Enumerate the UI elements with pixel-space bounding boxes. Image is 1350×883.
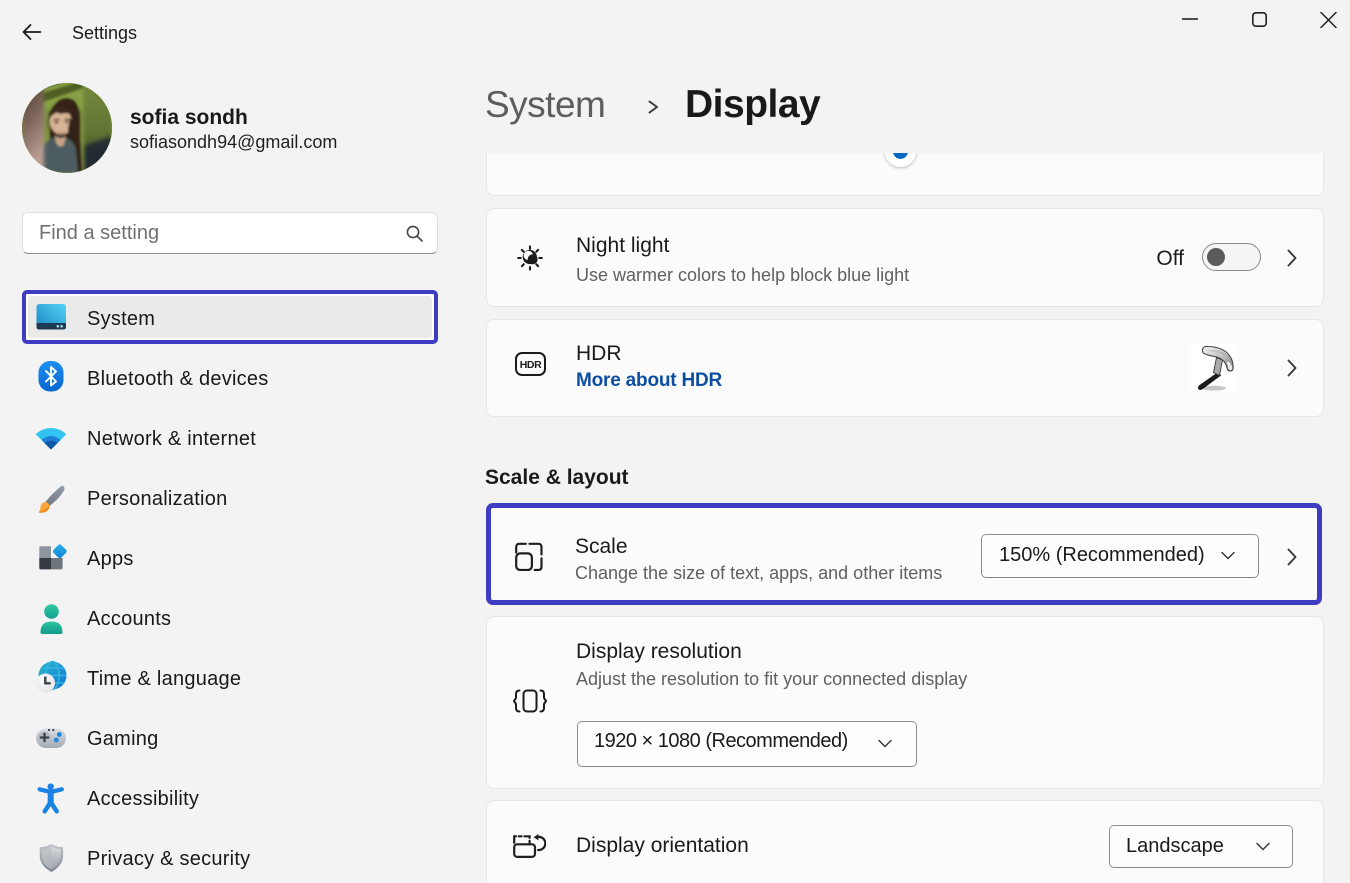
svg-text:HDR: HDR (520, 359, 542, 371)
